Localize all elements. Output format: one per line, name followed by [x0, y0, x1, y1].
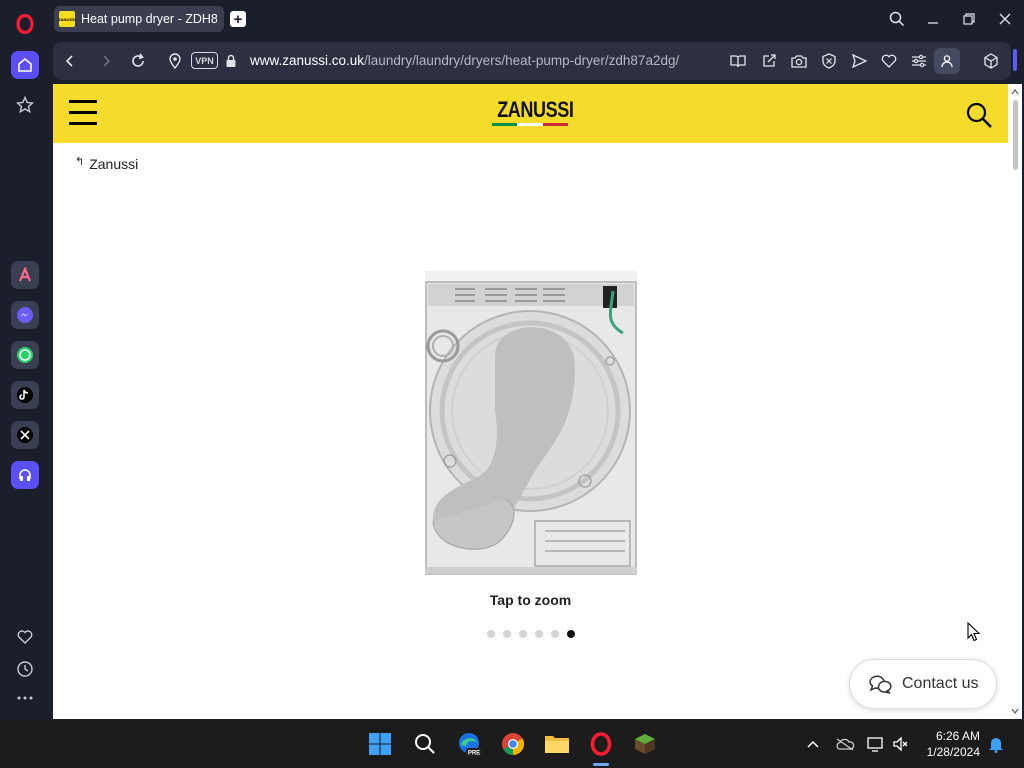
send-icon[interactable]	[848, 51, 870, 71]
product-image-rear-view[interactable]	[425, 271, 637, 576]
search-icon[interactable]	[411, 730, 439, 758]
opera-sidebar	[0, 0, 50, 720]
url-domain: www.zanussi.co.uk	[250, 53, 365, 68]
carousel-dot[interactable]	[487, 630, 495, 638]
x-icon[interactable]	[11, 421, 39, 449]
zanussi-logo[interactable]: ZANUSSI	[490, 97, 574, 126]
windows-start-icon[interactable]	[366, 730, 394, 758]
zanussi-favicon-icon: ZANUSSI	[58, 11, 76, 27]
svg-text:PRE: PRE	[468, 751, 480, 757]
contact-us-label: Contact us	[902, 675, 979, 692]
clock-date: 1/28/2024	[926, 745, 980, 759]
carousel-dot[interactable]	[503, 630, 511, 638]
chrome-icon[interactable]	[499, 730, 527, 758]
reader-mode-icon[interactable]	[727, 51, 749, 71]
windows-taskbar: PRE 6:26 AM 1/28/2024	[0, 720, 1024, 768]
hamburger-menu-icon[interactable]	[69, 100, 97, 126]
reload-icon[interactable]	[128, 51, 148, 71]
player-icon[interactable]	[11, 461, 39, 489]
file-explorer-icon[interactable]	[543, 730, 571, 758]
whatsapp-icon[interactable]	[11, 341, 39, 369]
extensions-cube-icon[interactable]	[980, 51, 1002, 71]
home-icon[interactable]	[11, 51, 39, 79]
favicon-text: ZANUSSI	[58, 16, 76, 22]
breadcrumb[interactable]: ↰ Zanussi	[75, 155, 139, 173]
active-app-indicator	[593, 763, 609, 766]
onedrive-icon[interactable]	[835, 734, 855, 754]
breadcrumb-label: Zanussi	[89, 156, 139, 172]
chevron-up-icon[interactable]	[803, 734, 823, 754]
system-clock[interactable]: 6:26 AM 1/28/2024	[916, 728, 980, 760]
search-tabs-icon[interactable]	[885, 8, 909, 30]
site-header: ZANUSSI	[53, 84, 1008, 143]
chat-bubbles-icon	[868, 673, 892, 695]
star-icon[interactable]	[11, 91, 39, 119]
heart-icon[interactable]	[11, 623, 39, 651]
vpn-badge[interactable]: VPN	[191, 52, 218, 69]
clock-time: 6:26 AM	[935, 729, 980, 743]
volume-muted-icon[interactable]	[891, 734, 911, 754]
tab-bar: ZANUSSI Heat pump dryer - ZDH87 +	[50, 0, 1024, 38]
favorite-heart-icon[interactable]	[878, 51, 900, 71]
carousel-dot[interactable]	[551, 630, 559, 638]
messenger-icon[interactable]	[11, 301, 39, 329]
url-path: /laundry/laundry/dryers/heat-pump-dryer/…	[364, 53, 680, 68]
lock-icon[interactable]	[221, 51, 241, 71]
address-bar: VPN www.zanussi.co.uk/laundry/laundry/dr…	[53, 42, 1011, 80]
camera-icon[interactable]	[788, 51, 810, 71]
url-field[interactable]: www.zanussi.co.uk/laundry/laundry/dryers…	[250, 53, 679, 68]
logo-text: ZANUSSI	[497, 97, 574, 122]
close-icon[interactable]	[993, 8, 1017, 30]
active-tab[interactable]: ZANUSSI Heat pump dryer - ZDH87	[54, 6, 224, 32]
notification-bell-icon[interactable]	[986, 734, 1006, 754]
opera-icon[interactable]	[587, 730, 615, 758]
tab-title: Heat pump dryer - ZDH87	[81, 12, 217, 26]
page-scrollbar[interactable]	[1008, 84, 1022, 719]
site-search-icon[interactable]	[965, 101, 993, 129]
carousel-dot[interactable]	[567, 630, 575, 638]
edge-pre-icon[interactable]: PRE	[455, 730, 483, 758]
carousel-dot[interactable]	[519, 630, 527, 638]
restore-icon[interactable]	[957, 8, 981, 30]
forward-icon[interactable]	[96, 51, 116, 71]
scrollbar-thumb[interactable]	[1013, 100, 1018, 170]
web-page: ZANUSSI ↰ Zanussi Tap to zoom Contact us	[53, 84, 1008, 719]
aria-icon[interactable]	[11, 261, 39, 289]
tap-to-zoom-label[interactable]: Tap to zoom	[53, 592, 1008, 608]
network-icon[interactable]	[866, 734, 886, 754]
opera-logo-icon[interactable]	[11, 10, 39, 38]
adblock-shield-icon[interactable]	[818, 51, 840, 71]
profile-icon[interactable]	[934, 48, 960, 74]
tiktok-icon[interactable]	[11, 381, 39, 409]
minimize-icon[interactable]	[921, 8, 945, 30]
share-icon[interactable]	[758, 51, 780, 71]
mouse-cursor-icon	[967, 622, 981, 642]
italian-flag-stripe	[492, 123, 568, 126]
history-icon[interactable]	[11, 655, 39, 683]
more-icon[interactable]	[11, 684, 39, 712]
location-icon[interactable]	[165, 51, 185, 71]
breadcrumb-arrow-icon: ↰	[75, 155, 85, 168]
carousel-indicators	[487, 630, 575, 638]
back-icon[interactable]	[60, 51, 80, 71]
easy-setup-icon[interactable]	[908, 51, 930, 71]
contact-us-button[interactable]: Contact us	[849, 659, 997, 709]
carousel-dot[interactable]	[535, 630, 543, 638]
sidebar-accent-bar	[1013, 49, 1017, 71]
minecraft-icon[interactable]	[631, 730, 659, 758]
new-tab-button[interactable]: +	[230, 11, 246, 27]
